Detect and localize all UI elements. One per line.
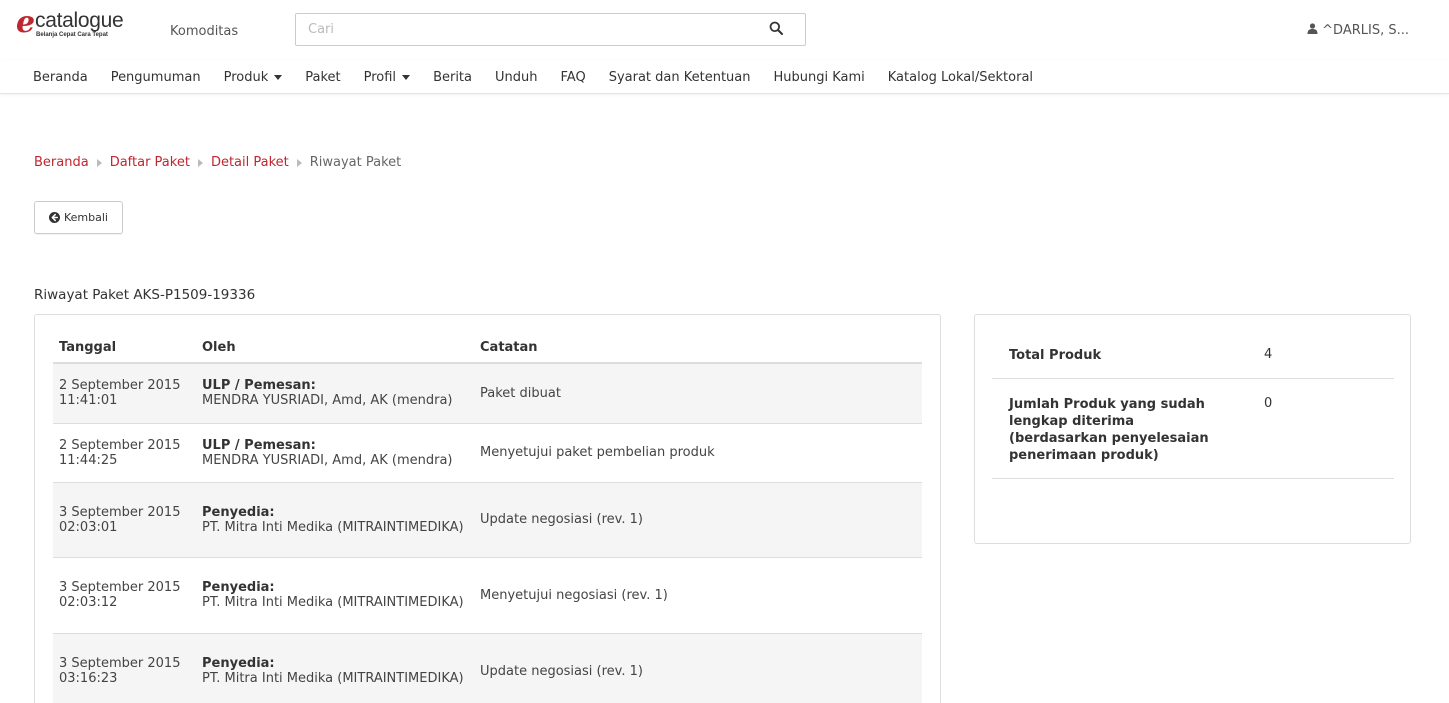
cell-actor: Penyedia: PT. Mitra Inti Medika (MITRAINT… bbox=[196, 556, 474, 633]
user-menu[interactable]: ^DARLIS, S... bbox=[1307, 23, 1409, 38]
logo-tagline: Belanja Cepat Cara Tepat bbox=[36, 32, 108, 38]
breadcrumb-separator-icon bbox=[197, 158, 203, 167]
breadcrumb-detail-paket[interactable]: Detail Paket bbox=[211, 155, 289, 170]
top-bar: e catalogue Belanja Cepat Cara Tepat Kom… bbox=[0, 0, 1449, 60]
back-button[interactable]: Kembali bbox=[34, 201, 123, 234]
table-row: 2 September 2015 11:41:01 ULP / Pemesan: M… bbox=[53, 362, 922, 423]
logo-word: catalogue bbox=[35, 9, 124, 32]
summary-label: Jumlah Produk yang sudah lengkap diterim… bbox=[992, 378, 1250, 479]
nav-list: Beranda Pengumuman Produk Paket Profil B… bbox=[33, 60, 1056, 94]
back-button-label: Kembali bbox=[64, 211, 108, 224]
nav-item-profil[interactable]: Profil bbox=[364, 70, 411, 85]
search-icon[interactable] bbox=[769, 21, 785, 37]
table-row: 3 September 2015 02:03:12 Penyedia: PT. Mi… bbox=[53, 556, 922, 633]
nav-item-katalog-lokal[interactable]: Katalog Lokal/Sektoral bbox=[888, 70, 1033, 85]
summary-row-received: Jumlah Produk yang sudah lengkap diterim… bbox=[992, 378, 1394, 479]
cell-date: 2 September 2015 11:41:01 bbox=[53, 362, 196, 423]
table-header-row: Tanggal Oleh Catatan bbox=[53, 333, 922, 364]
user-icon bbox=[1307, 23, 1318, 38]
nav-item-beranda[interactable]: Beranda bbox=[33, 70, 88, 85]
nav-item-berita[interactable]: Berita bbox=[433, 70, 472, 85]
nav-item-pengumuman[interactable]: Pengumuman bbox=[111, 70, 201, 85]
cell-actor: Penyedia: PT. Mitra Inti Medika (MITRAINT… bbox=[196, 481, 474, 557]
page-title: Riwayat Paket AKS-P1509-19336 bbox=[34, 287, 256, 303]
user-name: ^DARLIS, S... bbox=[1322, 23, 1409, 38]
cell-date: 3 September 2015 02:03:12 bbox=[53, 556, 196, 633]
breadcrumb: Beranda Daftar Paket Detail Paket Riwaya… bbox=[34, 155, 401, 170]
cell-date: 3 September 2015 02:03:01 bbox=[53, 481, 196, 557]
breadcrumb-beranda[interactable]: Beranda bbox=[34, 155, 89, 170]
breadcrumb-current: Riwayat Paket bbox=[309, 155, 402, 170]
caret-down-icon bbox=[402, 74, 411, 80]
nav-item-syarat[interactable]: Syarat dan Ketentuan bbox=[609, 70, 751, 85]
summary-value: 4 bbox=[1250, 333, 1394, 379]
cell-note: Paket dibuat bbox=[474, 362, 922, 423]
column-header-catatan: Catatan bbox=[474, 333, 922, 364]
cell-note: Menyetujui paket pembelian produk bbox=[474, 422, 922, 482]
cell-date: 2 September 2015 11:44:25 bbox=[53, 422, 196, 482]
column-header-oleh: Oleh bbox=[196, 333, 474, 364]
caret-down-icon bbox=[274, 74, 283, 80]
nav-item-produk[interactable]: Produk bbox=[224, 70, 283, 85]
summary-value: 0 bbox=[1250, 378, 1394, 479]
main-navbar: Beranda Pengumuman Produk Paket Profil B… bbox=[0, 60, 1449, 94]
table-row: 3 September 2015 02:03:01 Penyedia: PT. Mi… bbox=[53, 481, 922, 557]
history-table: Tanggal Oleh Catatan 2 September 2015 11:… bbox=[53, 333, 922, 703]
cell-note: Update negosiasi (rev. 1) bbox=[474, 632, 922, 703]
logo-letter: e bbox=[16, 5, 36, 40]
cell-actor: ULP / Pemesan: MENDRA YUSRIADI, Amd, AK (… bbox=[196, 422, 474, 482]
nav-item-hubungi[interactable]: Hubungi Kami bbox=[773, 70, 864, 85]
cell-note: Update negosiasi (rev. 1) bbox=[474, 481, 922, 557]
cell-actor: Penyedia: PT. Mitra Inti Medika (MITRAINT… bbox=[196, 632, 474, 703]
cell-actor: ULP / Pemesan: MENDRA YUSRIADI, Amd, AK (… bbox=[196, 362, 474, 423]
summary-row-total: Total Produk 4 bbox=[992, 333, 1394, 379]
nav-item-unduh[interactable]: Unduh bbox=[495, 70, 538, 85]
summary-table: Total Produk 4 Jumlah Produk yang sudah … bbox=[992, 333, 1394, 479]
history-panel: Tanggal Oleh Catatan 2 September 2015 11:… bbox=[34, 314, 941, 703]
table-row: 3 September 2015 03:16:23 Penyedia: PT. Mi… bbox=[53, 632, 922, 703]
ecatalogue-logo[interactable]: e catalogue Belanja Cepat Cara Tepat bbox=[16, 6, 146, 44]
cell-date: 3 September 2015 03:16:23 bbox=[53, 632, 196, 703]
search-input[interactable] bbox=[296, 14, 736, 45]
nav-item-paket[interactable]: Paket bbox=[305, 70, 340, 85]
breadcrumb-daftar-paket[interactable]: Daftar Paket bbox=[110, 155, 190, 170]
breadcrumb-separator-icon bbox=[96, 158, 102, 167]
column-header-tanggal: Tanggal bbox=[53, 333, 196, 364]
summary-label: Total Produk bbox=[992, 333, 1250, 379]
table-row: 2 September 2015 11:44:25 ULP / Pemesan: M… bbox=[53, 422, 922, 482]
cell-note: Menyetujui negosiasi (rev. 1) bbox=[474, 556, 922, 633]
breadcrumb-separator-icon bbox=[296, 158, 302, 167]
komoditas-menu[interactable]: Komoditas bbox=[170, 24, 238, 39]
circle-arrow-left-icon bbox=[49, 212, 60, 223]
nav-item-faq[interactable]: FAQ bbox=[561, 70, 586, 85]
summary-panel: Total Produk 4 Jumlah Produk yang sudah … bbox=[974, 314, 1411, 544]
search-box bbox=[295, 13, 806, 46]
